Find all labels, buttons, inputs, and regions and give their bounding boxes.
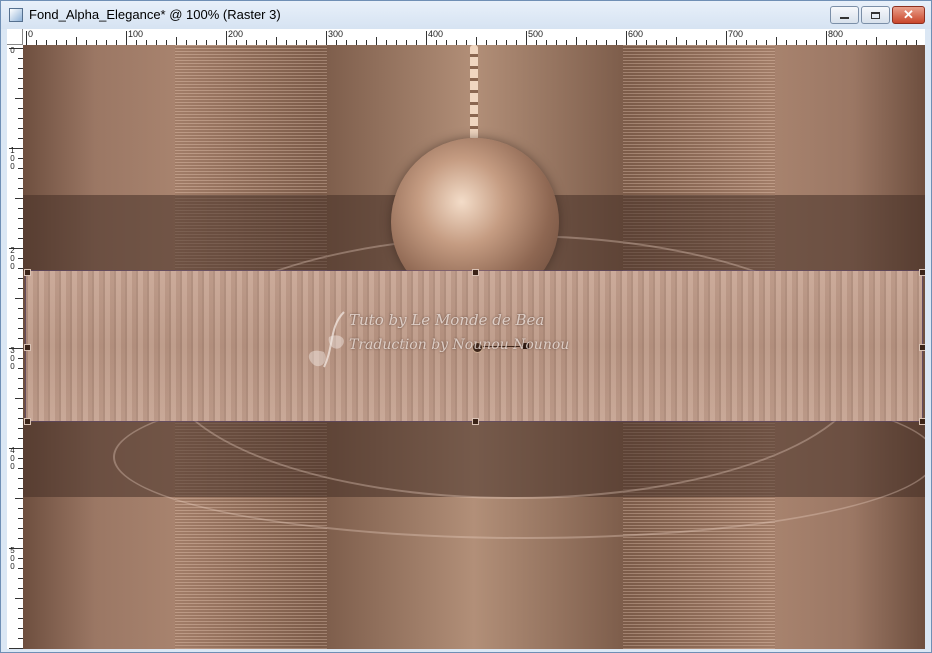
ruler-tick xyxy=(526,31,527,45)
ruler-tick xyxy=(226,31,227,45)
ruler-tick xyxy=(626,31,627,45)
ruler-tick xyxy=(15,598,23,599)
ruler-tick xyxy=(776,37,777,45)
ruler-corner xyxy=(7,29,23,45)
watermark-line-1: Tuto by Le Monde de Bea xyxy=(349,311,545,329)
ruler-tick xyxy=(726,31,727,45)
transform-handle[interactable] xyxy=(919,344,925,351)
maximize-button[interactable] xyxy=(861,6,890,24)
transform-handle[interactable] xyxy=(24,269,31,276)
image-canvas[interactable]: Tuto by Le Monde de Bea Traduction by No… xyxy=(23,45,925,649)
ruler-tick xyxy=(826,31,827,45)
ruler-tick xyxy=(15,298,23,299)
close-button[interactable]: ✕ xyxy=(892,6,925,24)
minimize-icon xyxy=(840,17,849,19)
ruler-tick xyxy=(176,37,177,45)
ruler-label: 200 xyxy=(10,246,15,271)
ruler-tick xyxy=(676,37,677,45)
ruler-label: 300 xyxy=(328,29,344,39)
ruler-tick xyxy=(76,37,77,45)
ruler-tick xyxy=(26,31,27,45)
ruler-label: 200 xyxy=(228,29,244,39)
ruler-label: 0 xyxy=(10,46,15,55)
app-icon xyxy=(9,8,23,22)
ruler-tick xyxy=(15,198,23,199)
ruler-label: 800 xyxy=(828,29,844,39)
ruler-tick xyxy=(276,37,277,45)
ruler-tick xyxy=(426,31,427,45)
title-bar[interactable]: Fond_Alpha_Elegance* @ 100% (Raster 3) ✕ xyxy=(1,1,931,29)
window-title: Fond_Alpha_Elegance* @ 100% (Raster 3) xyxy=(29,7,281,22)
ruler-tick xyxy=(15,98,23,99)
ornament-chain xyxy=(470,45,478,140)
maximize-icon xyxy=(871,11,880,19)
transform-handle[interactable] xyxy=(472,418,479,425)
vertical-ruler[interactable]: 0 100 200 300 400 500 xyxy=(7,45,24,649)
ruler-label: 400 xyxy=(428,29,444,39)
horizontal-ruler[interactable]: 0 100 200 300 400 500 600 700 800 xyxy=(23,29,925,46)
ruler-tick xyxy=(376,37,377,45)
ruler-label: 400 xyxy=(10,446,15,471)
ruler-label: 700 xyxy=(728,29,744,39)
ruler-tick xyxy=(15,398,23,399)
transform-handle[interactable] xyxy=(24,418,31,425)
transform-handle[interactable] xyxy=(919,418,925,425)
ruler-tick xyxy=(576,37,577,45)
transform-handle[interactable] xyxy=(472,269,479,276)
ruler-tick xyxy=(15,498,23,499)
close-icon: ✕ xyxy=(903,7,914,22)
image-window: Fond_Alpha_Elegance* @ 100% (Raster 3) ✕… xyxy=(0,0,932,653)
ruler-label: 0 xyxy=(28,29,34,39)
ruler-tick xyxy=(9,648,23,649)
ruler-tick xyxy=(476,37,477,45)
transform-handle[interactable] xyxy=(919,269,925,276)
ruler-label: 500 xyxy=(528,29,544,39)
ruler-label: 100 xyxy=(10,146,15,171)
ruler-tick xyxy=(326,31,327,45)
ruler-label: 600 xyxy=(628,29,644,39)
watermark: Tuto by Le Monde de Bea Traduction by No… xyxy=(299,307,569,377)
minimize-button[interactable] xyxy=(830,6,859,24)
ruler-tick xyxy=(876,37,877,45)
ruler-tick xyxy=(126,31,127,45)
ruler-label: 500 xyxy=(10,546,15,571)
ruler-label: 100 xyxy=(128,29,144,39)
ruler-label: 300 xyxy=(10,346,15,371)
watermark-line-2: Traduction by Nounou Nounou xyxy=(349,337,570,353)
transform-handle[interactable] xyxy=(24,344,31,351)
